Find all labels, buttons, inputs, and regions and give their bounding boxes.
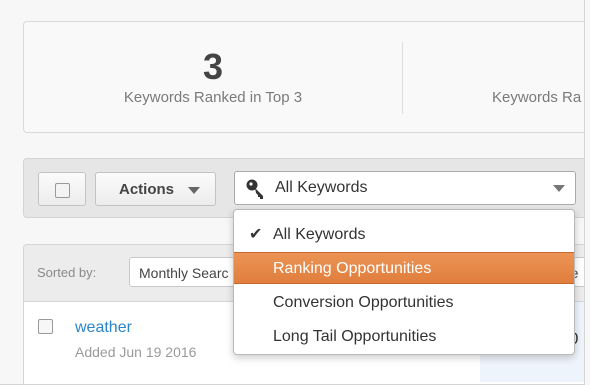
keyword-link[interactable]: weather — [75, 319, 132, 337]
stat-top3-number: 3 — [202, 46, 224, 87]
stats-card: 3 Keywords Ranked in Top 3 Keywords Ra — [23, 21, 584, 133]
chevron-down-icon — [188, 187, 200, 194]
stat-divider — [402, 42, 403, 114]
chevron-down-icon — [553, 185, 565, 192]
added-date: Added Jun 19 2016 — [75, 344, 197, 360]
menu-item-label: Conversion Opportunities — [273, 294, 454, 311]
select-all-checkbox[interactable] — [55, 183, 70, 198]
keyword-filter-menu: ✔ All Keywords Ranking Opportunities Con… — [233, 209, 575, 355]
stat-second-label: Keywords Ra — [492, 89, 582, 106]
menu-item-ranking-opportunities[interactable]: Ranking Opportunities — [234, 252, 574, 284]
select-all-button[interactable] — [38, 172, 86, 206]
app-frame: 3 Keywords Ranked in Top 3 Keywords Ra A… — [0, 0, 585, 385]
stat-top3: 3 Keywords Ranked in Top 3 — [24, 22, 402, 132]
actions-button[interactable]: Actions — [95, 172, 216, 206]
checkmark-icon: ✔ — [249, 226, 263, 243]
sorted-by-label: Sorted by: — [37, 265, 97, 280]
keyword-filter-value: All Keywords — [275, 179, 368, 196]
row-checkbox[interactable] — [38, 319, 53, 334]
menu-item-label: Long Tail Opportunities — [273, 328, 437, 345]
menu-item-conversion-opportunities[interactable]: Conversion Opportunities — [234, 286, 574, 318]
actions-button-label: Actions — [119, 181, 175, 198]
key-icon — [246, 179, 263, 199]
menu-item-label: Ranking Opportunities — [273, 260, 432, 277]
menu-item-long-tail-opportunities[interactable]: Long Tail Opportunities — [234, 320, 574, 352]
sort-select-value: Monthly Searc — [139, 265, 229, 281]
stat-second: Keywords Ra — [464, 22, 584, 132]
keyword-filter-select[interactable]: All Keywords — [234, 171, 576, 205]
stat-top3-label: Keywords Ranked in Top 3 — [123, 89, 303, 106]
menu-item-all-keywords[interactable]: ✔ All Keywords — [234, 218, 574, 250]
menu-item-label: All Keywords — [273, 226, 366, 243]
